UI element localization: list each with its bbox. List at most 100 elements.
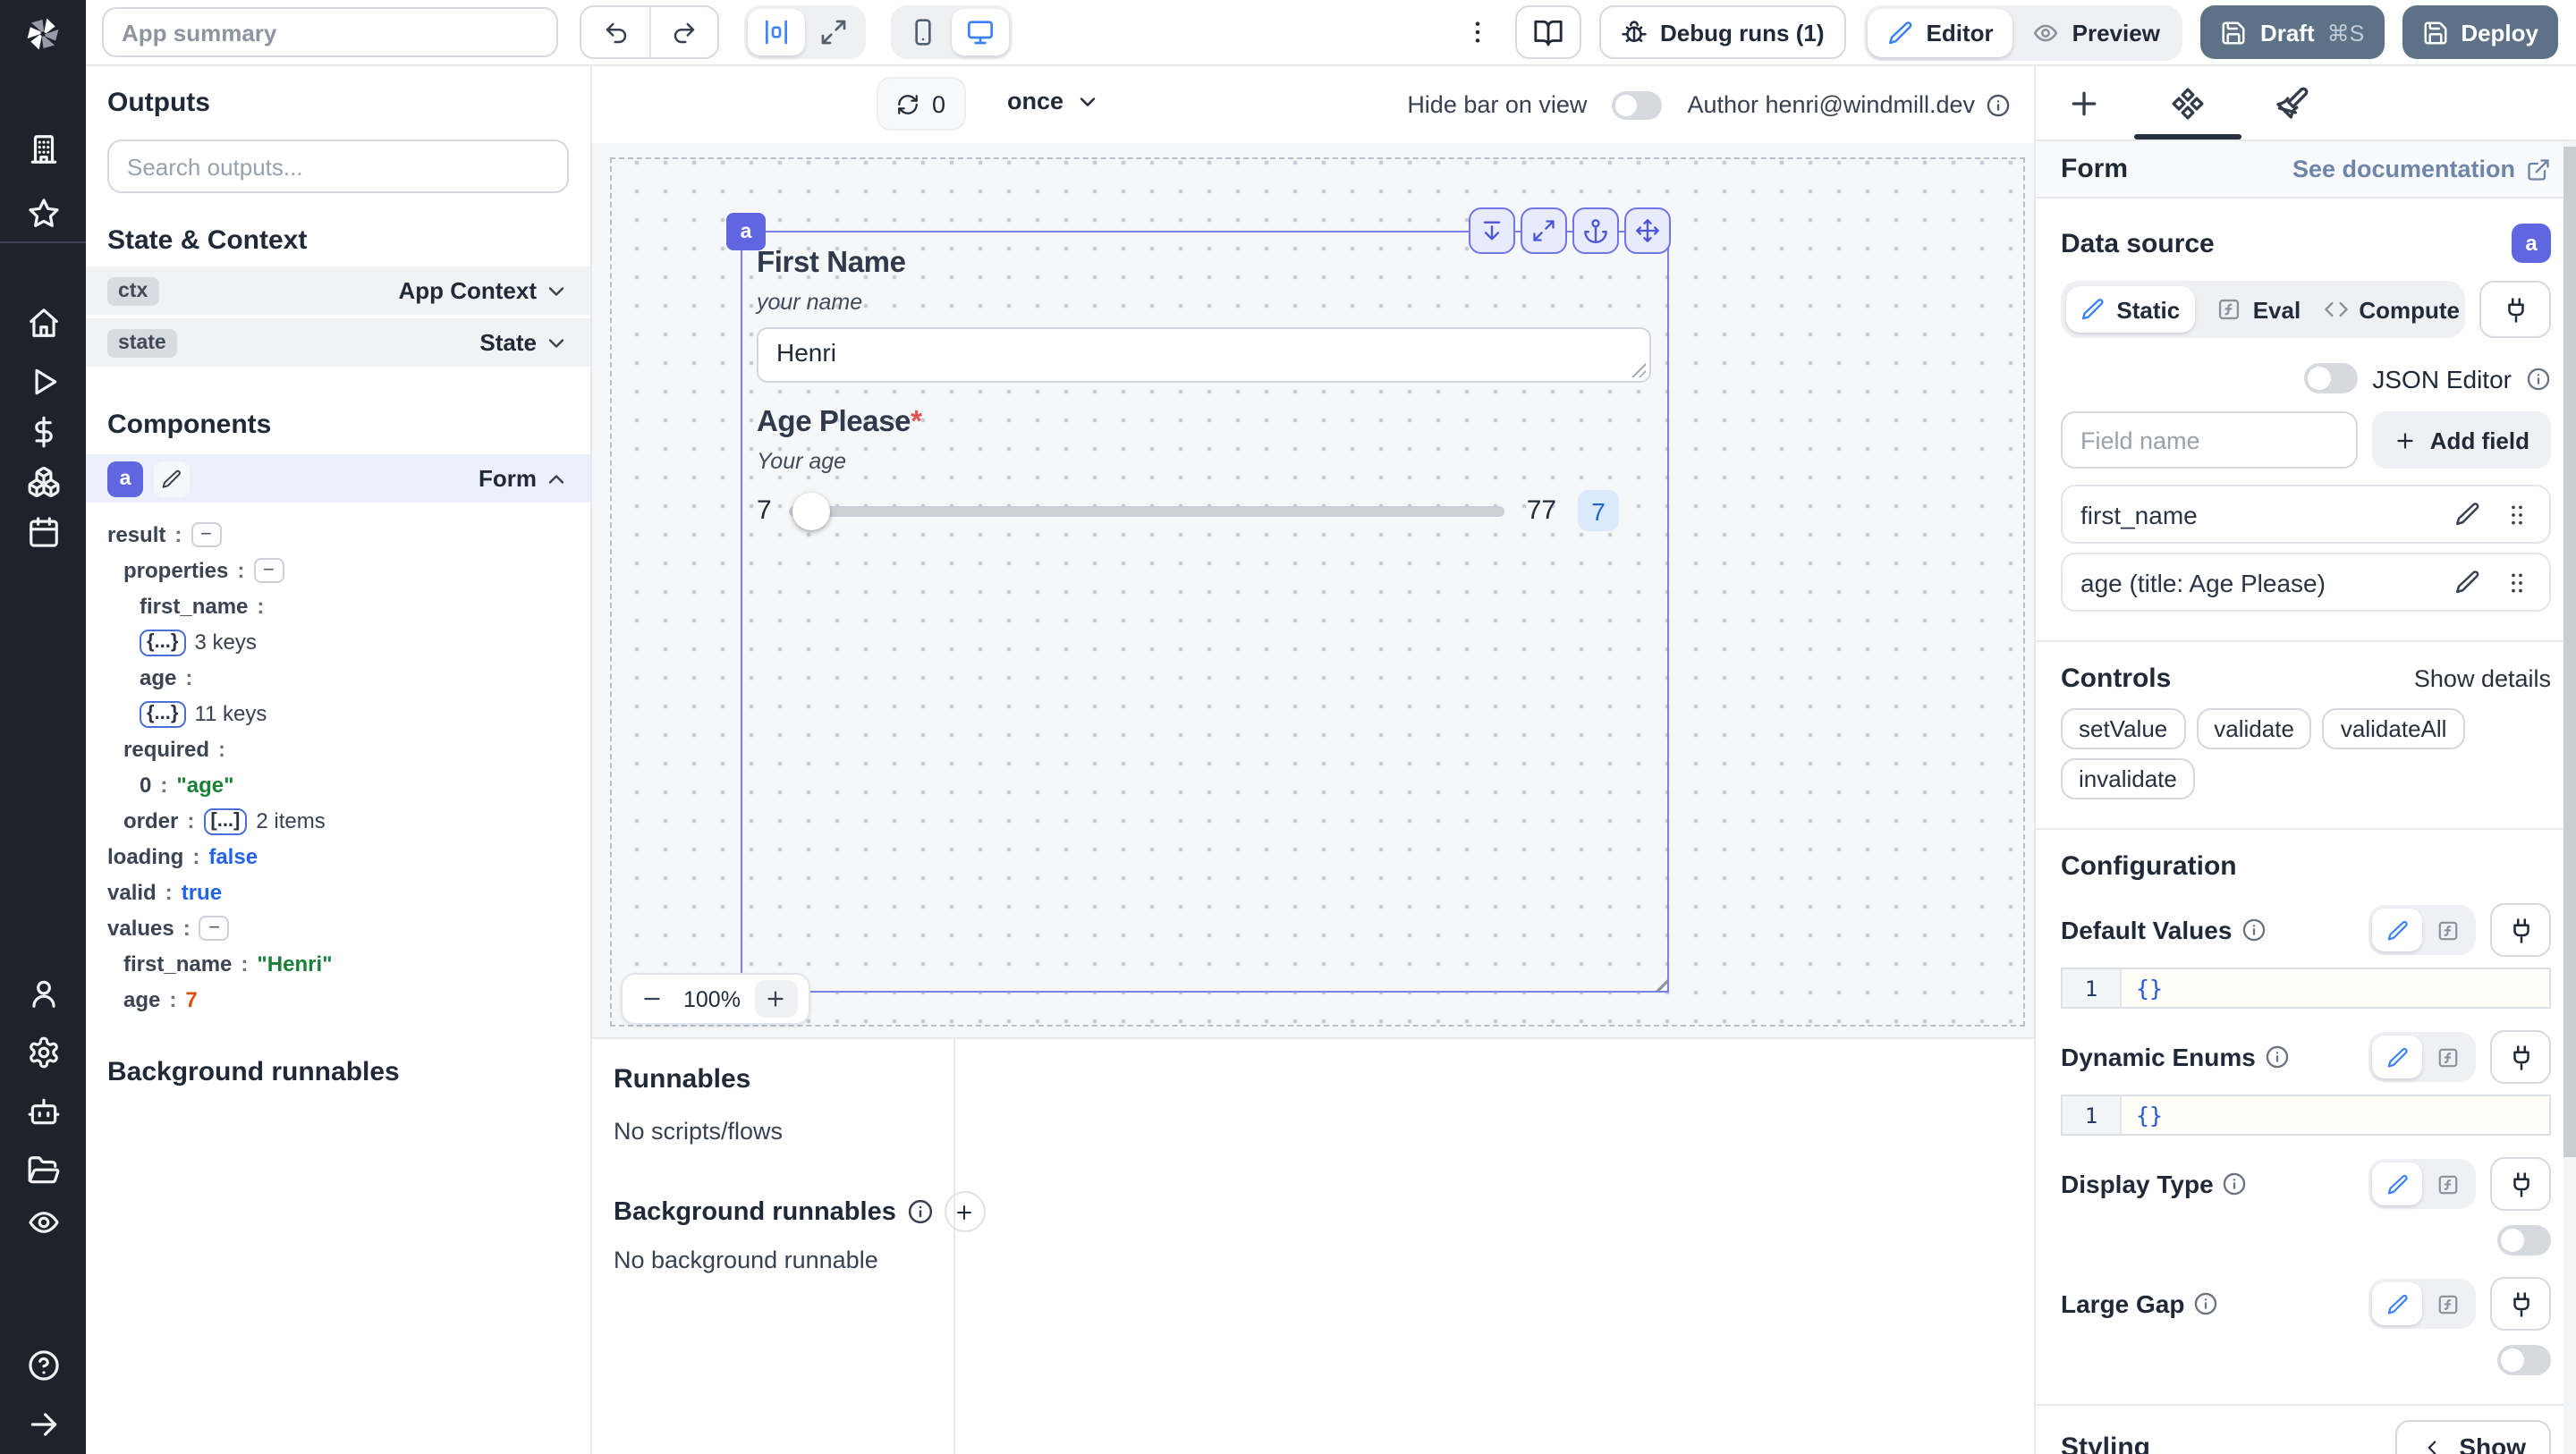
- sidebar-item-home[interactable]: [0, 295, 86, 349]
- object-pill[interactable]: [...]: [203, 807, 248, 834]
- form-component[interactable]: a First Name your name Henri Age Please*…: [726, 207, 1671, 993]
- sidebar-item-folders[interactable]: [0, 1143, 86, 1196]
- control-pill[interactable]: setValue: [2061, 708, 2186, 749]
- static-mode-button[interactable]: Static: [2066, 286, 2195, 333]
- sidebar-item-workspace[interactable]: [0, 122, 86, 175]
- eval-mode-button[interactable]: [2422, 1162, 2472, 1205]
- sidebar-item-settings[interactable]: [0, 1025, 86, 1078]
- sidebar-item-runs[interactable]: [0, 354, 86, 408]
- more-menu-button[interactable]: [1458, 7, 1497, 57]
- move-button[interactable]: [1624, 207, 1671, 254]
- expand-down-button[interactable]: [1469, 207, 1515, 254]
- eval-mode-button[interactable]: [2422, 1036, 2472, 1078]
- connect-button[interactable]: [2490, 1157, 2551, 1211]
- code-editor[interactable]: 1{}: [2061, 1095, 2551, 1136]
- connect-button[interactable]: [2490, 1030, 2551, 1084]
- sidebar-item-collapse[interactable]: [0, 1397, 86, 1450]
- eval-mode-button[interactable]: [2422, 909, 2472, 951]
- sidebar-item-resources[interactable]: [0, 454, 86, 508]
- draft-button[interactable]: Draft ⌘S: [2200, 5, 2385, 59]
- code-editor[interactable]: 1{}: [2061, 968, 2551, 1009]
- object-pill[interactable]: {...}: [140, 629, 186, 655]
- documentation-button[interactable]: [1515, 5, 1582, 59]
- code-content[interactable]: {}: [2122, 969, 2549, 1007]
- full-width-layout-button[interactable]: [805, 9, 862, 55]
- sidebar-item-users[interactable]: [0, 966, 86, 1019]
- minus-icon: [640, 987, 663, 1010]
- code-content[interactable]: {}: [2122, 1096, 2549, 1134]
- json-editor-toggle[interactable]: [2304, 363, 2359, 393]
- config-label: Display Type: [2061, 1170, 2214, 1198]
- sidebar-item-favorites[interactable]: [0, 186, 86, 240]
- schedule-dropdown[interactable]: once: [1007, 88, 1099, 114]
- centered-layout-button[interactable]: [748, 9, 805, 55]
- static-mode-button[interactable]: [2372, 909, 2422, 951]
- app-summary-input[interactable]: [102, 7, 558, 57]
- hide-bar-toggle[interactable]: [1612, 90, 1663, 119]
- drag-handle[interactable]: [2503, 568, 2531, 596]
- config-toggle[interactable]: [2497, 1345, 2551, 1375]
- control-pill[interactable]: validateAll: [2322, 708, 2465, 749]
- sidebar-item-help[interactable]: [0, 1338, 86, 1391]
- tab-add-component[interactable]: [2057, 66, 2111, 139]
- zoom-in-button[interactable]: [754, 980, 798, 1018]
- mobile-view-button[interactable]: [894, 9, 952, 55]
- fullscreen-button[interactable]: [1521, 207, 1567, 254]
- zoom-out-button[interactable]: [633, 981, 669, 1017]
- config-toggle[interactable]: [2497, 1225, 2551, 1255]
- field-row[interactable]: first_name: [2061, 485, 2551, 544]
- tab-component-settings[interactable]: [2134, 66, 2241, 139]
- search-outputs-input[interactable]: [107, 139, 569, 193]
- static-mode-button[interactable]: [2372, 1036, 2422, 1078]
- edit-field-button[interactable]: [2454, 501, 2481, 528]
- debug-runs-button[interactable]: Debug runs (1): [1599, 5, 1846, 59]
- static-mode-button[interactable]: [2372, 1162, 2422, 1205]
- sidebar-item-variables[interactable]: [0, 404, 86, 458]
- slider-handle[interactable]: [792, 492, 831, 529]
- connect-button[interactable]: [2490, 903, 2551, 957]
- windmill-logo[interactable]: [0, 0, 86, 66]
- chevron-down-icon: [1074, 89, 1099, 114]
- state-row[interactable]: state State: [86, 318, 590, 367]
- tab-editor[interactable]: Editor: [1867, 8, 2013, 56]
- sidebar-item-workers[interactable]: [0, 1084, 86, 1137]
- scrollbar-thumb[interactable]: [2563, 147, 2576, 1157]
- tab-styling[interactable]: [2265, 66, 2318, 139]
- desktop-view-button[interactable]: [952, 9, 1009, 55]
- tab-preview[interactable]: Preview: [2013, 8, 2180, 56]
- sidebar-item-audit[interactable]: [0, 1195, 86, 1248]
- eval-mode-button[interactable]: [2422, 1282, 2472, 1325]
- control-pill[interactable]: validate: [2196, 708, 2312, 749]
- show-details-button[interactable]: Show details: [2414, 665, 2551, 692]
- drag-handle[interactable]: [2503, 500, 2531, 528]
- connect-button[interactable]: [2490, 1277, 2551, 1331]
- app-page-grid[interactable]: a First Name your name Henri Age Please*…: [610, 157, 2025, 1027]
- connect-button[interactable]: [2479, 281, 2551, 338]
- static-mode-button[interactable]: [2372, 1282, 2422, 1325]
- refresh-button[interactable]: 0: [877, 77, 966, 131]
- field-name-input[interactable]: [2061, 411, 2359, 469]
- edit-field-button[interactable]: [2454, 569, 2481, 596]
- redo-button[interactable]: [649, 7, 717, 57]
- ctx-row[interactable]: ctx App Context: [86, 266, 590, 315]
- collapse-toggle[interactable]: −: [199, 916, 230, 941]
- undo-button[interactable]: [581, 7, 649, 57]
- compute-mode-button[interactable]: Compute: [2323, 286, 2460, 333]
- component-row-form[interactable]: a Form: [86, 454, 590, 503]
- sidebar-item-schedules[interactable]: [0, 504, 86, 558]
- anchor-button[interactable]: [1572, 207, 1619, 254]
- field-row[interactable]: age (title: Age Please): [2061, 553, 2551, 612]
- eval-mode-button[interactable]: Eval: [2195, 286, 2324, 333]
- add-field-button[interactable]: Add field: [2372, 411, 2551, 469]
- collapse-toggle[interactable]: −: [253, 558, 284, 583]
- object-pill[interactable]: {...}: [140, 700, 186, 727]
- see-documentation-link[interactable]: See documentation: [2292, 156, 2551, 182]
- rename-component-button[interactable]: [154, 461, 190, 496]
- styling-show-button[interactable]: Show: [2394, 1420, 2551, 1454]
- age-slider[interactable]: [789, 492, 1505, 529]
- canvas[interactable]: a First Name your name Henri Age Please*…: [592, 143, 2034, 1037]
- collapse-toggle[interactable]: −: [191, 522, 222, 547]
- first-name-field[interactable]: Henri: [758, 329, 1649, 381]
- deploy-button[interactable]: Deploy: [2402, 5, 2558, 59]
- control-pill[interactable]: invalidate: [2061, 758, 2195, 799]
